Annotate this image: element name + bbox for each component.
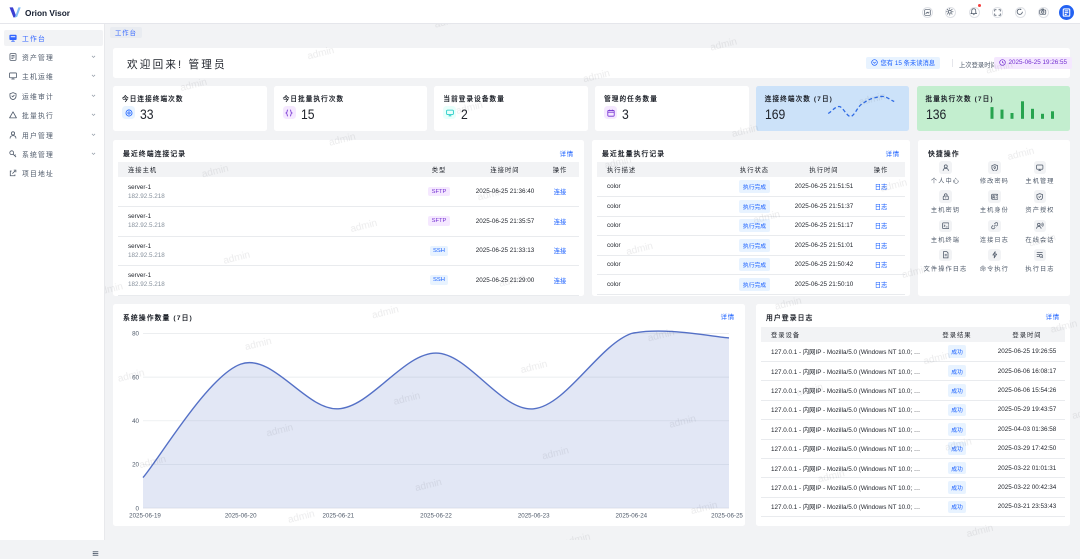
svg-text:2025-06-25: 2025-06-25 — [711, 512, 743, 519]
svg-text:2025-06-19: 2025-06-19 — [129, 512, 161, 519]
svg-text:20: 20 — [132, 461, 139, 468]
svg-text:2025-06-20: 2025-06-20 — [225, 512, 257, 519]
svg-text:0: 0 — [136, 505, 140, 512]
svg-text:2025-06-21: 2025-06-21 — [322, 512, 354, 519]
svg-text:2025-06-23: 2025-06-23 — [518, 512, 550, 519]
svg-text:2025-06-24: 2025-06-24 — [615, 512, 647, 519]
svg-text:2025-06-22: 2025-06-22 — [420, 512, 452, 519]
svg-text:80: 80 — [132, 330, 139, 337]
svg-text:40: 40 — [132, 418, 139, 425]
svg-text:60: 60 — [132, 374, 139, 381]
